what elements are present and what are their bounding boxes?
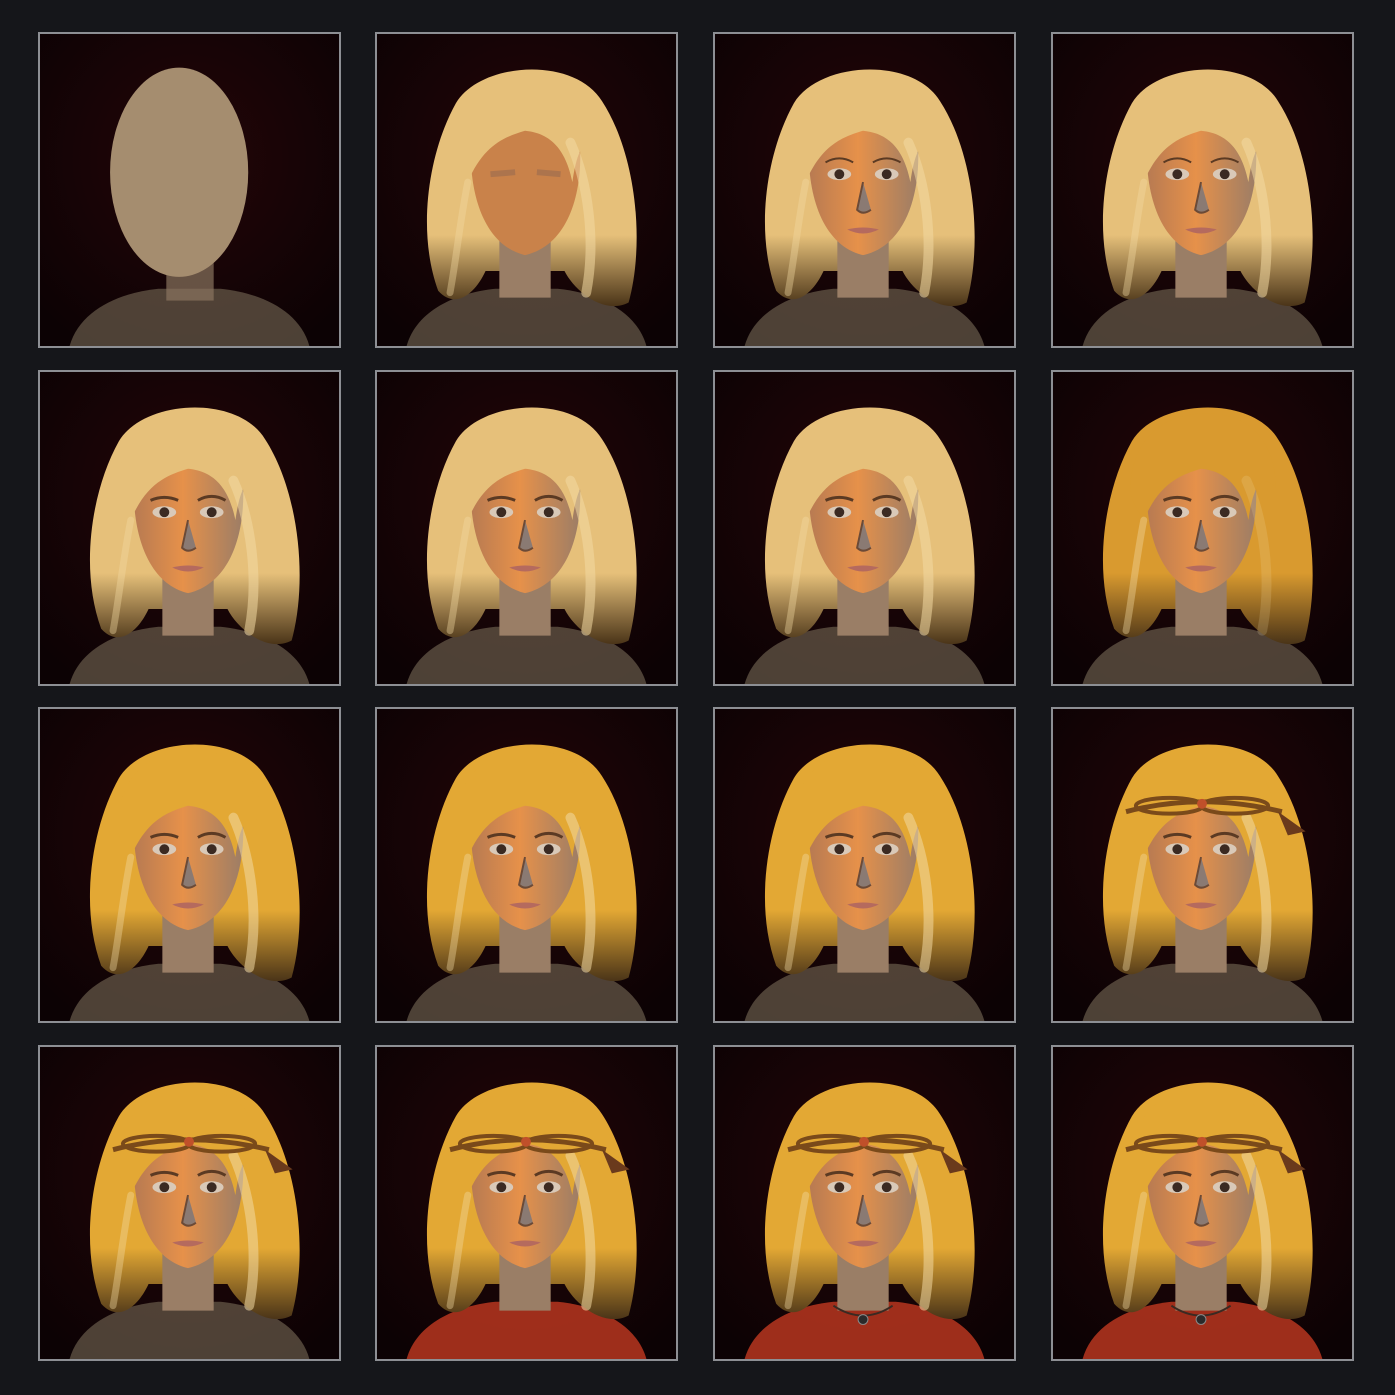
necklace-pendant <box>1195 1314 1207 1325</box>
portrait-painting <box>377 1047 676 1359</box>
portrait-painting <box>715 372 1014 684</box>
headband-bead <box>859 1136 869 1147</box>
progress-frame <box>38 1045 341 1361</box>
right-iris <box>206 1182 217 1193</box>
face-shape <box>110 67 249 277</box>
progress-frame <box>375 1045 678 1361</box>
progress-frame <box>1051 707 1354 1023</box>
progress-frame <box>1051 1045 1354 1361</box>
progress-frame <box>713 707 1016 1023</box>
portrait-painting <box>377 709 676 1021</box>
progress-frame <box>1051 32 1354 348</box>
portrait-painting <box>715 709 1014 1021</box>
progress-frame <box>713 1045 1016 1361</box>
portrait-painting <box>40 372 339 684</box>
progress-frame <box>38 32 341 348</box>
portrait-painting <box>1053 372 1352 684</box>
left-iris <box>1172 169 1183 180</box>
left-iris <box>496 507 507 518</box>
right-iris <box>206 507 217 518</box>
left-iris <box>1172 844 1183 855</box>
left-iris <box>834 844 845 855</box>
progress-frame <box>38 707 341 1023</box>
right-iris <box>543 1182 554 1193</box>
progress-frame <box>375 707 678 1023</box>
right-iris <box>543 507 554 518</box>
portrait-painting <box>40 1047 339 1359</box>
left-iris <box>1172 507 1183 518</box>
right-iris <box>881 507 892 518</box>
progress-frame <box>375 370 678 686</box>
progress-frame <box>38 370 341 686</box>
portrait-painting <box>40 34 339 346</box>
left-iris <box>159 507 170 518</box>
left-iris <box>834 507 845 518</box>
headband-bead <box>184 1136 194 1147</box>
right-iris <box>1219 507 1230 518</box>
right-iris <box>1219 169 1230 180</box>
right-iris <box>206 844 217 855</box>
necklace-pendant <box>857 1314 869 1325</box>
left-iris <box>159 1182 170 1193</box>
progress-frame <box>713 32 1016 348</box>
left-iris <box>1172 1182 1183 1193</box>
left-iris <box>159 844 170 855</box>
headband-bead <box>1197 1136 1207 1147</box>
portrait-painting <box>1053 34 1352 346</box>
headband-bead <box>1197 798 1207 809</box>
right-iris <box>1219 844 1230 855</box>
portrait-painting <box>377 34 676 346</box>
right-iris <box>1219 1182 1230 1193</box>
portrait-painting <box>40 709 339 1021</box>
right-iris <box>881 169 892 180</box>
portrait-painting <box>1053 1047 1352 1359</box>
left-iris <box>496 1182 507 1193</box>
right-iris <box>543 844 554 855</box>
progress-grid <box>0 0 1395 1395</box>
portrait-painting <box>1053 709 1352 1021</box>
right-iris <box>881 1182 892 1193</box>
progress-frame <box>1051 370 1354 686</box>
right-iris <box>881 844 892 855</box>
left-iris <box>834 169 845 180</box>
portrait-painting <box>377 372 676 684</box>
portrait-painting <box>715 1047 1014 1359</box>
progress-frame <box>713 370 1016 686</box>
portrait-painting <box>715 34 1014 346</box>
progress-frame <box>375 32 678 348</box>
headband-bead <box>521 1136 531 1147</box>
left-iris <box>834 1182 845 1193</box>
left-iris <box>496 844 507 855</box>
